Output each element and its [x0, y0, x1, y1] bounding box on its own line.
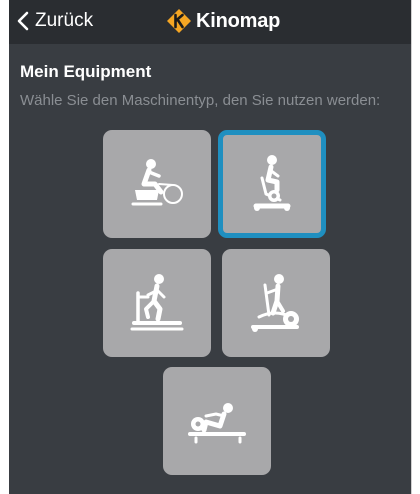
bike-trainer-icon — [131, 159, 183, 206]
exercise-bike-icon — [253, 155, 291, 211]
treadmill-icon — [130, 274, 184, 331]
brand-name: Kinomap — [196, 9, 281, 32]
machine-tile-treadmill[interactable] — [103, 249, 211, 357]
navigation-bar: Zurück Kinomap — [9, 0, 411, 44]
chevron-left-icon — [17, 11, 29, 31]
kinomap-brand: Kinomap — [166, 7, 280, 35]
page-title: Mein Equipment — [20, 62, 152, 81]
back-button[interactable]: Zurück — [17, 8, 93, 34]
machine-tile-bike-trainer[interactable] — [103, 130, 211, 238]
machine-tile-exercise-bike[interactable] — [218, 130, 326, 238]
equipment-screen: Zurück Kinomap Mein Equipment Wähle Sie … — [9, 0, 411, 494]
kinomap-logo-icon — [166, 8, 192, 34]
back-label[interactable]: Zurück — [35, 10, 93, 32]
elliptical-icon — [251, 274, 299, 332]
rowing-machine-icon — [188, 403, 246, 444]
page-subtitle: Wähle Sie den Maschinentyp, den Sie nutz… — [20, 92, 381, 109]
machine-tile-rowing-machine[interactable] — [163, 367, 271, 475]
machine-tile-elliptical[interactable] — [222, 249, 330, 357]
screen-edge-divider — [411, 0, 412, 494]
